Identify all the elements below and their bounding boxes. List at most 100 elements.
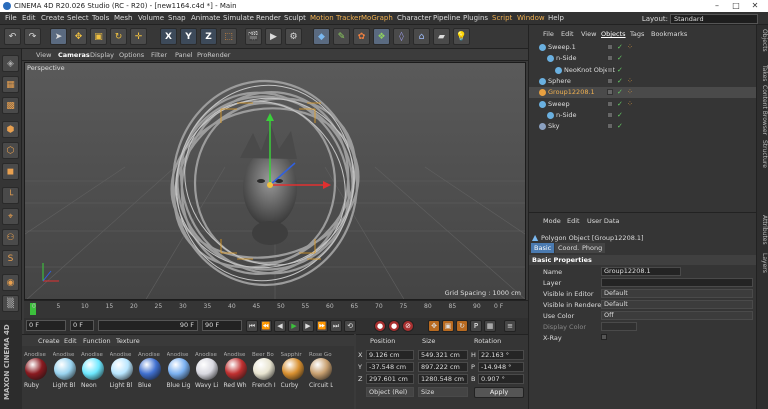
go-to-start-icon[interactable]: ⏮ bbox=[246, 320, 258, 332]
z-axis-lock-icon[interactable]: Z bbox=[200, 28, 217, 45]
material-swatch[interactable]: Anodise Blue bbox=[138, 352, 162, 398]
position-x-field[interactable]: 9.126 cm bbox=[366, 350, 414, 360]
rotation-h-field[interactable]: 22.163 ° bbox=[478, 350, 524, 360]
key-parameter-icon[interactable]: P bbox=[470, 320, 482, 332]
recent-tool-icon[interactable]: ✛ bbox=[130, 28, 147, 45]
scale-tool-icon[interactable]: ▣ bbox=[90, 28, 107, 45]
obj-menu-tags[interactable]: Tags bbox=[630, 30, 644, 38]
material-swatch[interactable]: Beer Bo French I bbox=[252, 352, 276, 398]
end-frame-field[interactable]: 90 F bbox=[202, 320, 242, 331]
side-tab-layers[interactable]: Layers bbox=[761, 253, 768, 273]
rotation-p-field[interactable]: -14.948 ° bbox=[478, 362, 524, 372]
attr-menu-mode[interactable]: Mode bbox=[543, 217, 561, 225]
obj-menu-objects[interactable]: Objects bbox=[601, 30, 626, 38]
object-row[interactable]: Sweep.1 ✓ ⁘ bbox=[529, 42, 757, 53]
xray-checkbox[interactable] bbox=[601, 334, 607, 340]
edges-mode-icon[interactable]: ⬡ bbox=[2, 142, 19, 159]
side-tab-objects[interactable]: Objects bbox=[761, 29, 768, 52]
object-row[interactable]: NeoKnot Object ✓ bbox=[529, 65, 757, 76]
material-swatch[interactable]: Anodise Light Bl bbox=[110, 352, 134, 398]
y-axis-lock-icon[interactable]: Y bbox=[180, 28, 197, 45]
menu-mesh[interactable]: Mesh bbox=[114, 14, 132, 22]
tag-icon[interactable]: ⁘ bbox=[627, 99, 633, 110]
menu-mograph[interactable]: MoGraph bbox=[361, 14, 393, 22]
interpolation-icon[interactable]: ≡ bbox=[504, 320, 516, 332]
lock-workplane-icon[interactable]: ▒ bbox=[2, 295, 19, 312]
side-tab-structure[interactable]: Structure bbox=[761, 140, 768, 168]
material-swatch[interactable]: Anodise Wavy Li bbox=[195, 352, 219, 398]
object-name[interactable]: Sweep.1 bbox=[548, 42, 576, 53]
obj-menu-edit[interactable]: Edit bbox=[561, 30, 574, 38]
render-picture-viewer-icon[interactable]: ▶ bbox=[265, 28, 282, 45]
enabled-check-icon[interactable]: ✓ bbox=[617, 42, 623, 53]
previous-key-icon[interactable]: ⏪ bbox=[260, 320, 272, 332]
apply-button[interactable]: Apply bbox=[474, 387, 524, 398]
axis-mode-icon[interactable]: └ bbox=[2, 187, 19, 204]
visible-renderer-select[interactable]: Default bbox=[601, 300, 753, 309]
maximize-icon[interactable]: □ bbox=[729, 1, 743, 11]
polygons-mode-icon[interactable]: ◼ bbox=[2, 163, 19, 180]
menu-sculpt[interactable]: Sculpt bbox=[284, 14, 306, 22]
timeline-ruler[interactable]: 0 5 10 15 20 25 30 35 40 45 50 55 60 65 70 75 80 85 90 0 F bbox=[24, 300, 528, 318]
record-icon[interactable]: ● bbox=[374, 320, 386, 332]
array-icon[interactable]: ❖ bbox=[373, 28, 390, 45]
position-z-field[interactable]: 297.601 cm bbox=[366, 374, 414, 384]
enabled-check-icon[interactable]: ✓ bbox=[617, 99, 623, 110]
coordinate-mode-select[interactable]: Object (Rel) bbox=[366, 387, 414, 397]
obj-menu-bookmarks[interactable]: Bookmarks bbox=[651, 30, 687, 38]
layer-checkbox[interactable] bbox=[607, 77, 613, 84]
mat-menu-texture[interactable]: Texture bbox=[116, 337, 140, 345]
menu-create[interactable]: Create bbox=[41, 14, 64, 22]
material-swatch[interactable]: Rose Go Circuit L bbox=[309, 352, 333, 398]
vp-menu-prorender[interactable]: ProRender bbox=[197, 51, 230, 59]
perspective-viewport[interactable]: Perspective Grid Spacing : 1000 cm bbox=[24, 62, 526, 300]
menu-help[interactable]: Help bbox=[548, 14, 564, 22]
material-swatch[interactable]: Anodise Light Bl bbox=[53, 352, 77, 398]
minimize-icon[interactable]: – bbox=[710, 1, 724, 11]
visible-editor-select[interactable]: Default bbox=[601, 289, 753, 298]
next-frame-icon[interactable]: ▶ bbox=[302, 320, 314, 332]
vp-menu-display[interactable]: Display bbox=[90, 51, 114, 59]
points-mode-icon[interactable]: ⬢ bbox=[2, 121, 19, 138]
x-axis-lock-icon[interactable]: X bbox=[160, 28, 177, 45]
move-tool-icon[interactable]: ✥ bbox=[70, 28, 87, 45]
menu-script[interactable]: Script bbox=[492, 14, 512, 22]
tag-icon[interactable]: ⁘ bbox=[627, 76, 633, 87]
enabled-check-icon[interactable]: ✓ bbox=[617, 110, 623, 121]
pen-spline-icon[interactable]: ✎ bbox=[333, 28, 350, 45]
play-icon[interactable]: ▶ bbox=[288, 320, 300, 332]
go-to-end-icon[interactable]: ⏭ bbox=[330, 320, 342, 332]
object-row[interactable]: n-Side ✓ bbox=[529, 53, 757, 64]
vp-menu-cameras[interactable]: Cameras bbox=[58, 51, 90, 59]
size-z-field[interactable]: 1280.548 cm bbox=[418, 374, 468, 384]
layer-checkbox[interactable] bbox=[607, 111, 613, 118]
use-color-select[interactable]: Off bbox=[601, 311, 753, 320]
object-row[interactable]: n-Side ✓ bbox=[529, 110, 757, 121]
menu-file[interactable]: File bbox=[5, 14, 17, 22]
coordinate-system-icon[interactable]: ⬚ bbox=[220, 28, 237, 45]
render-settings-icon[interactable]: ⚙ bbox=[285, 28, 302, 45]
key-position-icon[interactable]: ✥ bbox=[428, 320, 440, 332]
rotation-b-field[interactable]: 0.907 ° bbox=[478, 374, 524, 384]
layer-checkbox[interactable] bbox=[607, 44, 613, 50]
autokey-icon[interactable]: ● bbox=[388, 320, 400, 332]
tag-icon[interactable]: ⁘ bbox=[627, 87, 633, 98]
layer-checkbox[interactable] bbox=[607, 89, 613, 96]
menu-select[interactable]: Select bbox=[67, 14, 89, 22]
side-tab-takes[interactable]: Takes bbox=[761, 65, 768, 81]
material-swatch[interactable]: Anodise Neon bbox=[81, 352, 105, 398]
render-view-icon[interactable]: 🎬 bbox=[245, 28, 262, 45]
key-pla-icon[interactable]: ▦ bbox=[484, 320, 496, 332]
menu-pipeline[interactable]: Pipeline bbox=[433, 14, 460, 22]
close-icon[interactable]: ✕ bbox=[748, 1, 762, 11]
object-name[interactable]: Sphere bbox=[548, 76, 571, 87]
obj-menu-view[interactable]: View bbox=[581, 30, 596, 38]
menu-motion-tracker[interactable]: Motion Tracker bbox=[310, 14, 361, 22]
menu-simulate[interactable]: Simulate bbox=[223, 14, 254, 22]
mat-menu-edit[interactable]: Edit bbox=[64, 337, 77, 345]
menu-tools[interactable]: Tools bbox=[92, 14, 109, 22]
solo-icon[interactable]: ⚇ bbox=[2, 229, 19, 246]
menu-volume[interactable]: Volume bbox=[138, 14, 164, 22]
obj-menu-file[interactable]: File bbox=[543, 30, 554, 38]
attr-menu-user-data[interactable]: User Data bbox=[587, 217, 619, 225]
